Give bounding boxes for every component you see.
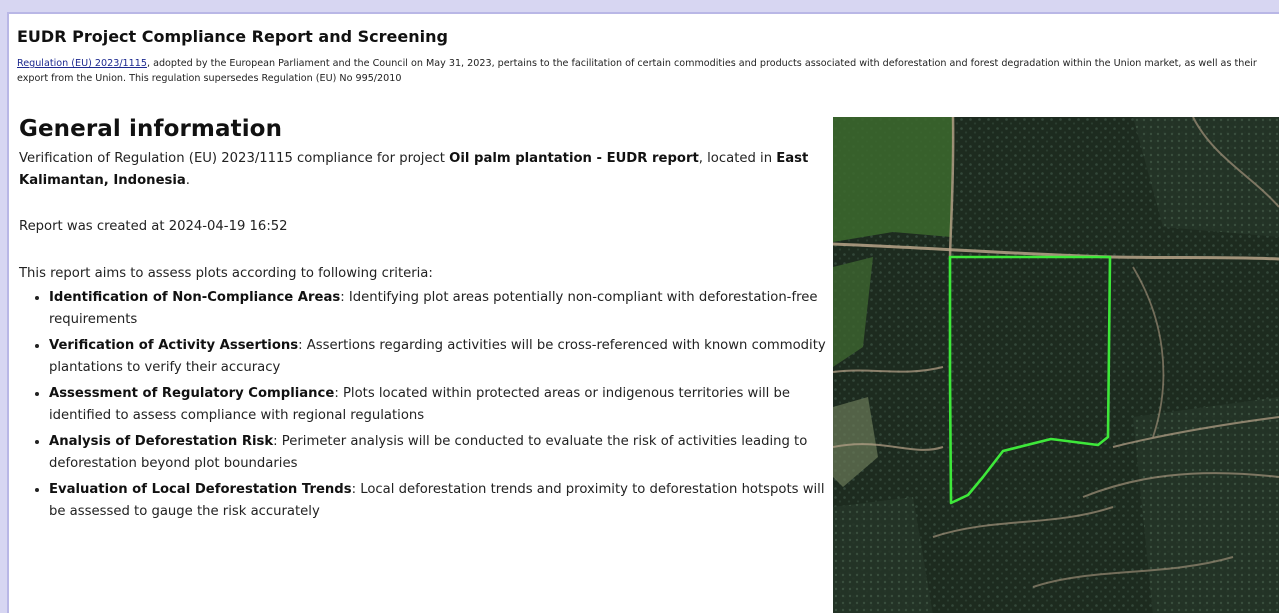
- verification-text: Verification of Regulation (EU) 2023/111…: [19, 148, 834, 192]
- report-frame: EUDR Project Compliance Report and Scree…: [7, 12, 1279, 613]
- regulation-intro-text: , adopted by the European Parliament and…: [17, 58, 1257, 84]
- criterion-title: Identification of Non-Compliance Areas: [49, 290, 341, 305]
- regulation-link[interactable]: Regulation (EU) 2023/1115: [17, 58, 147, 69]
- list-item: Identification of Non-Compliance Areas: …: [49, 287, 834, 331]
- regulation-intro: Regulation (EU) 2023/1115, adopted by th…: [17, 56, 1269, 86]
- section-heading: General information: [19, 116, 283, 142]
- list-item: Assessment of Regulatory Compliance: Plo…: [49, 383, 834, 427]
- list-item: Verification of Activity Assertions: Ass…: [49, 335, 834, 379]
- list-item: Analysis of Deforestation Risk: Perimete…: [49, 431, 834, 475]
- criterion-title: Evaluation of Local Deforestation Trends: [49, 482, 352, 497]
- criterion-title: Assessment of Regulatory Compliance: [49, 386, 335, 401]
- criterion-title: Verification of Activity Assertions: [49, 338, 299, 353]
- report-created-at: Report was created at 2024-04-19 16:52: [19, 219, 288, 234]
- criterion-title: Analysis of Deforestation Risk: [49, 434, 274, 449]
- criteria-intro: This report aims to assess plots accordi…: [19, 266, 433, 281]
- page-title: EUDR Project Compliance Report and Scree…: [17, 27, 448, 46]
- verification-prefix: Verification of Regulation (EU) 2023/111…: [19, 151, 450, 166]
- vegetation-patch: [833, 117, 953, 242]
- list-item: Evaluation of Local Deforestation Trends…: [49, 479, 834, 523]
- general-information-section: General information Verification of Regu…: [19, 116, 834, 527]
- period: .: [185, 173, 190, 188]
- project-name: Oil palm plantation - EUDR report: [449, 151, 699, 166]
- located-text: , located in: [698, 151, 777, 166]
- criteria-list: Identification of Non-Compliance Areas: …: [19, 287, 834, 523]
- satellite-map[interactable]: [833, 117, 1279, 613]
